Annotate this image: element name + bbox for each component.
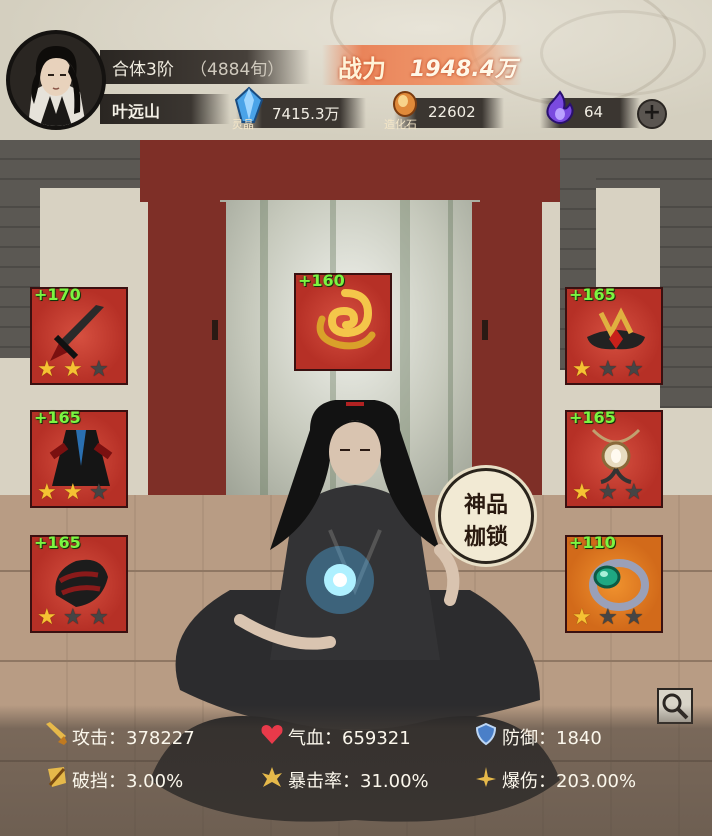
fortune-stone-value: 22602 bbox=[428, 103, 476, 121]
divine-shackle-badge[interactable]: 神品 枷锁 bbox=[438, 468, 534, 564]
stat-block-break: 破挡：3.00% bbox=[72, 771, 184, 792]
stat-attack: 攻击：378227 bbox=[72, 728, 195, 749]
break-shield-icon bbox=[48, 767, 66, 787]
badge-line-1: 神品 bbox=[463, 492, 508, 518]
player-avatar[interactable] bbox=[6, 30, 106, 130]
star-icon: ★ bbox=[89, 357, 109, 382]
star-icon: ★ bbox=[63, 605, 83, 630]
star-rating: ★ ★ ★ bbox=[572, 607, 646, 629]
star-icon: ★ bbox=[63, 480, 83, 505]
spirit-crystal-label: 灵晶 bbox=[232, 118, 254, 131]
player-name: 叶远山 bbox=[112, 102, 161, 121]
equip-slot-center[interactable]: +160 bbox=[294, 271, 392, 371]
spirit-crystal-value: 7415.3万 bbox=[272, 105, 340, 123]
star-icon: ★ bbox=[37, 357, 57, 382]
star-icon: ★ bbox=[63, 357, 83, 382]
gauntlet-icon bbox=[55, 559, 108, 607]
slot-level: +170 bbox=[34, 285, 81, 304]
equip-slot-left-2[interactable]: +165 ★ ★ ★ bbox=[30, 408, 128, 508]
star-icon: ★ bbox=[572, 357, 592, 382]
portrait-icon bbox=[10, 34, 102, 126]
stat-crit-rate: 暴击率：31.00% bbox=[288, 771, 429, 792]
rank-text: 合体3阶 bbox=[112, 60, 174, 80]
equip-slot-right-2[interactable]: +165 ★ ★ ★ bbox=[565, 408, 663, 508]
star-rating: ★ ★ ★ bbox=[37, 607, 111, 629]
name-bar: 叶远山 bbox=[100, 94, 230, 124]
shield-icon bbox=[475, 722, 497, 746]
slot-level: +165 bbox=[569, 285, 616, 304]
stat-crit-damage: 爆伤：203.00% bbox=[502, 771, 637, 792]
star-icon: ★ bbox=[598, 480, 618, 505]
slot-level: +165 bbox=[34, 533, 81, 552]
slot-level: +160 bbox=[298, 271, 345, 290]
star-icon: ★ bbox=[89, 480, 109, 505]
robe-icon bbox=[49, 430, 113, 486]
slot-level: +110 bbox=[569, 533, 616, 552]
fortune-stone-icon bbox=[393, 91, 417, 117]
star-icon: ★ bbox=[572, 480, 592, 505]
game-screen: 合体3阶 （4884旬） 叶远山 战力 1948.4万 7415.3万 灵晶 2… bbox=[0, 0, 712, 836]
jade-ring-icon bbox=[589, 559, 649, 611]
stat-hp: 气血：659321 bbox=[288, 728, 411, 749]
amulet-icon bbox=[591, 428, 641, 484]
sword-icon bbox=[46, 722, 67, 745]
equip-slot-left-1[interactable]: +170 ★ ★ ★ bbox=[30, 285, 128, 385]
rank-bar: 合体3阶 （4884旬） bbox=[100, 50, 310, 84]
star-icon: ★ bbox=[89, 605, 109, 630]
star-rating: ★ ★ ★ bbox=[572, 482, 646, 504]
crit-damage-icon bbox=[476, 767, 496, 787]
badge-line-2: 枷锁 bbox=[463, 524, 508, 550]
slot-level: +165 bbox=[569, 408, 616, 427]
purple-flame-value: 64 bbox=[584, 103, 604, 121]
star-rating: ★ ★ ★ bbox=[572, 359, 646, 381]
star-icon: ★ bbox=[37, 480, 57, 505]
crown-headband-icon bbox=[587, 307, 645, 350]
equip-slot-left-3[interactable]: +165 ★ ★ ★ bbox=[30, 533, 128, 633]
star-rating: ★ ★ ★ bbox=[37, 482, 111, 504]
star-icon: ★ bbox=[624, 357, 644, 382]
power-value: 1948.4万 bbox=[410, 57, 517, 82]
star-icon: ★ bbox=[624, 605, 644, 630]
stat-defense: 防御：1840 bbox=[502, 728, 602, 749]
combat-power: 战力 1948.4万 bbox=[322, 45, 522, 85]
dagger-icon bbox=[50, 305, 104, 361]
equip-slot-right-1[interactable]: +165 ★ ★ ★ bbox=[565, 285, 663, 385]
fortune-stone-label: 造化石 bbox=[384, 118, 417, 131]
power-label: 战力 bbox=[338, 54, 386, 83]
star-icon: ★ bbox=[624, 480, 644, 505]
add-currency-button[interactable]: + bbox=[637, 99, 667, 129]
rank-age: （4884旬） bbox=[190, 60, 285, 80]
golden-dragon-icon bbox=[316, 289, 376, 350]
crit-icon bbox=[262, 767, 282, 787]
star-icon: ★ bbox=[598, 357, 618, 382]
purple-flame-icon bbox=[546, 90, 574, 124]
slot-level: +165 bbox=[34, 408, 81, 427]
star-icon: ★ bbox=[598, 605, 618, 630]
star-rating: ★ ★ ★ bbox=[37, 359, 111, 381]
star-icon: ★ bbox=[37, 605, 57, 630]
heart-icon bbox=[261, 725, 283, 744]
star-icon: ★ bbox=[572, 605, 592, 630]
equip-slot-right-3[interactable]: +110 ★ ★ ★ bbox=[565, 533, 663, 633]
